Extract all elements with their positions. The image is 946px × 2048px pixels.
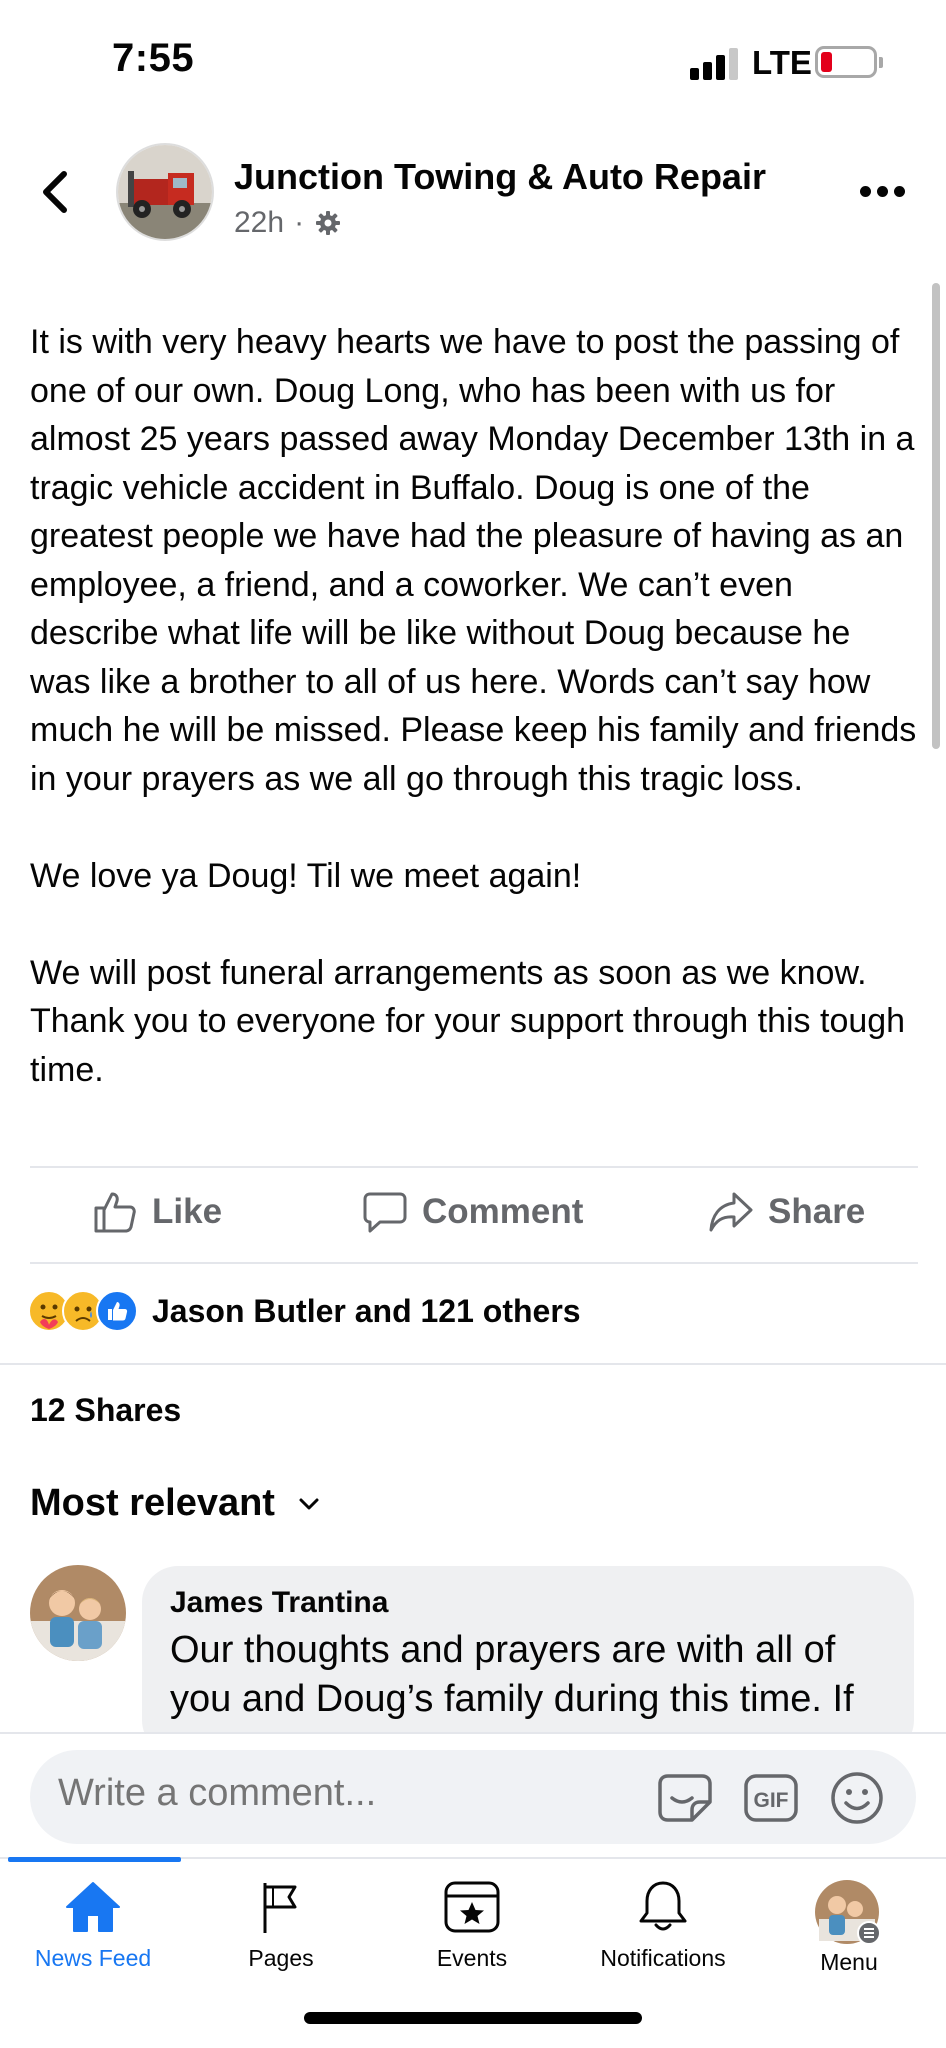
chevron-left-icon (43, 171, 67, 213)
post-time[interactable]: 22h (234, 206, 284, 240)
back-button[interactable] (32, 162, 82, 222)
emoji-button[interactable] (828, 1770, 886, 1826)
thumbs-up-icon (94, 1192, 136, 1233)
tab-pages[interactable]: Pages (196, 1879, 366, 1989)
comment-sort-dropdown[interactable]: Most relevant (30, 1482, 321, 1525)
post-paragraph: We will post funeral arrangements as soo… (30, 953, 906, 1089)
like-icon (96, 1290, 138, 1332)
status-bar: 7:55 LTE (0, 0, 946, 130)
reactions-summary[interactable]: Jason Butler and 121 others (28, 1290, 581, 1332)
scrollbar[interactable] (932, 283, 940, 749)
page-avatar[interactable] (116, 143, 214, 241)
active-tab-indicator (8, 1857, 181, 1862)
speech-bubble-icon (363, 1192, 407, 1233)
gear-icon (316, 211, 341, 235)
bell-icon (639, 1881, 687, 1931)
comment-bubble[interactable]: James Trantina Our thoughts and prayers … (142, 1566, 914, 1818)
like-label: Like (152, 1192, 223, 1231)
profile-avatar-icon (815, 1880, 881, 1945)
share-count[interactable]: 12 Shares (30, 1392, 181, 1429)
more-options-button[interactable] (858, 180, 908, 204)
tab-label: Pages (248, 1945, 314, 1971)
gif-icon: GIF (744, 1774, 798, 1822)
divider (30, 1262, 918, 1264)
meta-separator: · (294, 206, 305, 239)
battery-icon (815, 46, 877, 78)
network-label: LTE (752, 44, 812, 81)
signal-strength-icon (690, 46, 742, 80)
flag-icon (263, 1883, 297, 1933)
sticker-button[interactable] (656, 1770, 714, 1826)
battery-tip (879, 57, 883, 68)
emoji-smile-icon (831, 1772, 883, 1824)
tab-label: News Feed (34, 1945, 152, 1971)
post-paragraph: We love ya Doug! Til we meet again! (30, 856, 582, 895)
reaction-icons (28, 1290, 138, 1332)
tab-label: Notifications (600, 1945, 726, 1971)
tab-label: Menu (820, 1949, 878, 1975)
family-photo (30, 1565, 126, 1661)
chevron-down-icon (299, 1498, 319, 1509)
calendar-star-icon (444, 1881, 500, 1933)
share-button[interactable]: Share (708, 1190, 865, 1234)
status-time: 7:55 (112, 36, 195, 80)
tab-notifications[interactable]: Notifications (578, 1879, 748, 1989)
share-arrow-icon (709, 1192, 753, 1232)
gif-text: GIF (754, 1789, 789, 1812)
sort-label: Most relevant (30, 1482, 275, 1524)
reaction-count: Jason Butler and 121 others (152, 1292, 581, 1329)
tow-truck-photo (118, 145, 212, 239)
section-separator (0, 1363, 946, 1365)
comment-composer: GIF (0, 1732, 946, 1857)
like-button[interactable]: Like (92, 1190, 222, 1234)
tab-news-feed[interactable]: News Feed (8, 1879, 178, 1989)
post-actions: Like Comment Share (30, 1168, 918, 1262)
post-meta: 22h · (234, 206, 342, 240)
page-name[interactable]: Junction Towing & Auto Repair (234, 156, 766, 198)
comment-button[interactable]: Comment (362, 1190, 583, 1234)
comment-input[interactable] (58, 1772, 547, 1815)
sticker-icon (658, 1774, 712, 1822)
home-icon (66, 1882, 120, 1932)
comment-label: Comment (422, 1192, 584, 1231)
tab-label: Events (436, 1945, 508, 1971)
tab-menu[interactable]: Menu (764, 1879, 934, 1989)
comment-input-container[interactable]: GIF (30, 1750, 916, 1844)
tab-events[interactable]: Events (387, 1879, 557, 1989)
comment-author[interactable]: James Trantina (170, 1586, 886, 1620)
commenter-avatar[interactable] (30, 1565, 126, 1661)
share-label: Share (768, 1192, 866, 1231)
gif-button[interactable]: GIF (742, 1770, 800, 1826)
post-body: It is with very heavy hearts we have to … (30, 318, 920, 1094)
post-paragraph: It is with very heavy hearts we have to … (30, 323, 917, 798)
home-indicator[interactable] (304, 2012, 642, 2024)
